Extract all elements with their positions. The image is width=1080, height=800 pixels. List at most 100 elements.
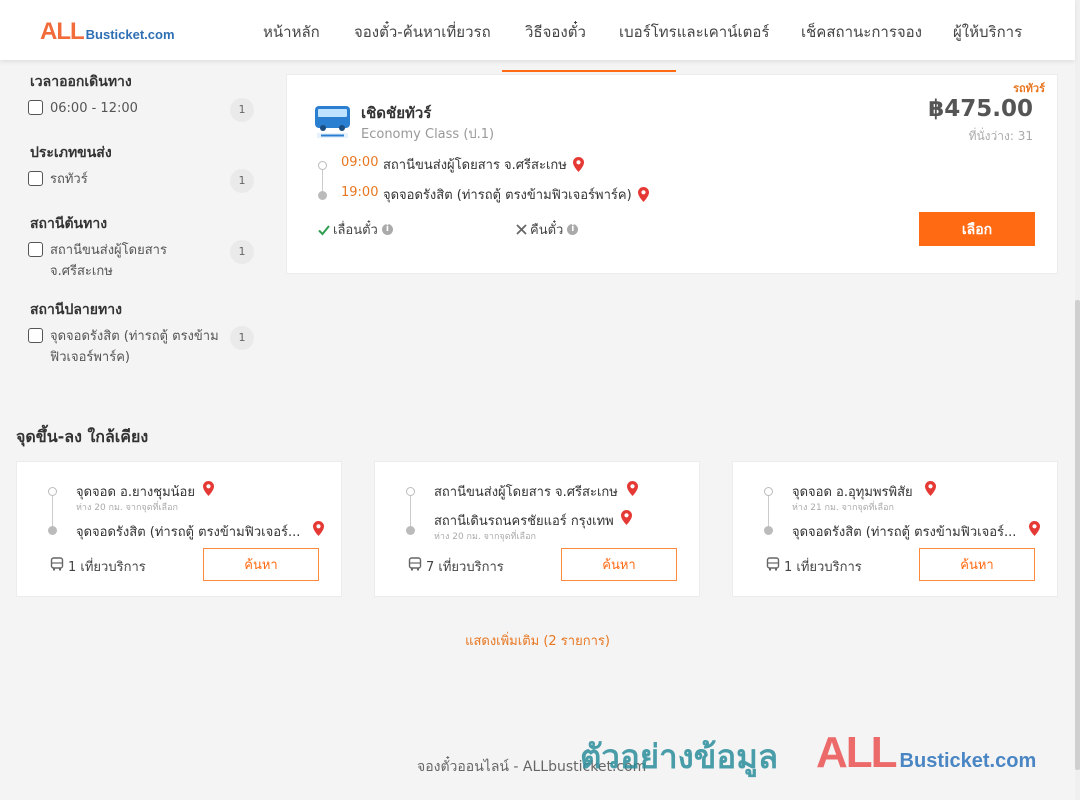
map-pin-icon[interactable] xyxy=(621,510,632,525)
nav-how-to-book[interactable]: วิธีจองตั๋ว xyxy=(525,20,586,44)
to-dot xyxy=(48,526,57,535)
to-stop: สถานีเดินรถนครชัยแอร์ กรุงเทพ xyxy=(434,514,614,529)
site-header: ALL Busticket.com หน้าหลัก จองตั๋ว-ค้นหา… xyxy=(0,0,1075,60)
check-icon xyxy=(318,224,330,235)
filter-option-origin[interactable]: สถานีขนส่งผู้โดยสาร จ.ศรีสะเกษ 1 xyxy=(28,240,254,282)
operator-logo xyxy=(315,106,350,138)
watermark-text: ตัวอย่างข้อมูล xyxy=(580,737,779,776)
watermark-logo-busticket: Busticket.com xyxy=(899,750,1037,772)
filter-count: 1 xyxy=(230,98,254,122)
map-pin-icon[interactable] xyxy=(572,157,584,172)
to-distance: ห่าง 20 กม. จากจุดที่เลือก xyxy=(434,532,536,542)
arrive-dot xyxy=(318,191,327,200)
nav-home[interactable]: หน้าหลัก xyxy=(263,20,320,44)
info-icon[interactable]: i xyxy=(381,224,393,235)
seats-available: ที่นั่งว่าง: 31 xyxy=(968,129,1033,143)
trip-count: 1 เที่ยวบริการ xyxy=(784,560,862,575)
bus-icon xyxy=(766,557,780,571)
filter-title-departure-time: เวลาออกเดินทาง xyxy=(30,74,132,90)
active-tab-indicator xyxy=(502,70,676,72)
arrive-stop-label: จุดจอดรังสิต (ท่ารถตู้ ตรงข้ามฟิวเจอร์พา… xyxy=(383,188,632,203)
show-more-link[interactable]: แสดงเพิ่มเติม (2 รายการ) xyxy=(0,630,1075,651)
filter-option-label: จุดจอดรังสิต (ท่ารถตู้ ตรงข้ามฟิวเจอร์พา… xyxy=(50,329,219,365)
filter-count: 1 xyxy=(230,169,254,193)
nearby-search-button[interactable]: ค้นหา xyxy=(561,548,677,581)
nearby-card: จุดจอด อ.ยางชุมน้อย ห่าง 20 กม. จากจุดที… xyxy=(16,461,342,597)
select-trip-button[interactable]: เลือก xyxy=(919,212,1035,246)
bus-icon xyxy=(50,557,64,571)
filter-option-transport-type[interactable]: รถทัวร์ 1 xyxy=(28,169,254,193)
to-dot xyxy=(764,526,773,535)
map-pin-icon[interactable] xyxy=(925,481,936,496)
to-stop: จุดจอดรังสิต (ท่ารถตู้ ตรงข้ามฟิวเจอร์..… xyxy=(76,525,301,540)
nearby-search-button[interactable]: ค้นหา xyxy=(919,548,1035,581)
from-dot xyxy=(764,487,773,496)
map-pin-icon[interactable] xyxy=(637,187,649,202)
arrive-time: 19:00 xyxy=(341,185,379,200)
from-stop: จุดจอด อ.อุทุมพรพิสัย xyxy=(792,485,913,500)
depart-time: 09:00 xyxy=(341,155,379,170)
nav-check-status[interactable]: เช็คสถานะการจอง xyxy=(801,20,922,44)
watermark-logo: ALL Busticket.com xyxy=(816,728,1036,778)
filter-count: 1 xyxy=(230,240,254,264)
scrollbar-thumb[interactable] xyxy=(1075,300,1080,770)
route-connector xyxy=(410,492,411,530)
from-stop: สถานีขนส่งผู้โดยสาร จ.ศรีสะเกษ xyxy=(434,485,618,500)
filter-title-origin: สถานีต้นทาง xyxy=(30,216,108,232)
nearby-section-title: จุดขึ้น-ลง ใกล้เคียง xyxy=(16,427,149,446)
filter-title-destination: สถานีปลายทาง xyxy=(30,302,122,318)
nav-phone-counter[interactable]: เบอร์โทรและเคาน์เตอร์ xyxy=(619,20,769,44)
bus-icon xyxy=(408,557,422,571)
from-stop: จุดจอด อ.ยางชุมน้อย xyxy=(76,485,195,500)
arrive-stop: จุดจอดรังสิต (ท่ารถตู้ ตรงข้ามฟิวเจอร์พา… xyxy=(383,184,649,205)
logo-all: ALL xyxy=(40,18,85,45)
depart-stop: สถานีขนส่งผู้โดยสาร จ.ศรีสะเกษ xyxy=(383,154,584,175)
to-stop: จุดจอดรังสิต (ท่ารถตู้ ตรงข้ามฟิวเจอร์..… xyxy=(792,525,1017,540)
from-distance: ห่าง 20 กม. จากจุดที่เลือก xyxy=(76,503,178,513)
filter-option-label: รถทัวร์ xyxy=(50,172,88,187)
map-pin-icon[interactable] xyxy=(627,481,638,496)
trip-card: รถทัวร์ เชิดชัยทัวร์ Economy Class (ป.1)… xyxy=(286,74,1058,274)
route-connector xyxy=(768,492,769,530)
depart-stop-label: สถานีขนส่งผู้โดยสาร จ.ศรีสะเกษ xyxy=(383,158,567,173)
filter-option-label: สถานีขนส่งผู้โดยสาร จ.ศรีสะเกษ xyxy=(50,243,167,279)
nearby-card: จุดจอด อ.อุทุมพรพิสัย ห่าง 21 กม. จากจุด… xyxy=(732,461,1058,597)
policy-refund: คืนตั๋ว i xyxy=(516,219,579,240)
filter-count: 1 xyxy=(230,326,254,350)
from-dot xyxy=(406,487,415,496)
watermark-logo-all: ALL xyxy=(816,728,898,777)
filter-option-departure-time[interactable]: 06:00 - 12:00 1 xyxy=(28,98,254,122)
map-pin-icon[interactable] xyxy=(313,521,324,536)
filter-option-destination[interactable]: จุดจอดรังสิต (ท่ารถตู้ ตรงข้ามฟิวเจอร์พา… xyxy=(28,326,254,368)
policy-refund-label: คืนตั๋ว xyxy=(530,223,564,238)
bus-class: Economy Class (ป.1) xyxy=(361,127,495,142)
nav-operators[interactable]: ผู้ให้บริการ xyxy=(953,20,1022,44)
checkbox[interactable] xyxy=(28,100,43,115)
trip-price: ฿475.00 xyxy=(928,96,1033,122)
checkbox[interactable] xyxy=(28,171,43,186)
policy-postpone: เลื่อนตั๋ว i xyxy=(318,219,393,240)
map-pin-icon[interactable] xyxy=(1029,521,1040,536)
vehicle-type-tag: รถทัวร์ xyxy=(1013,82,1045,95)
from-dot xyxy=(48,487,57,496)
site-logo[interactable]: ALL Busticket.com xyxy=(40,18,175,46)
depart-dot xyxy=(318,161,327,170)
filter-title-transport-type: ประเภทขนส่ง xyxy=(30,145,112,161)
from-distance: ห่าง 21 กม. จากจุดที่เลือก xyxy=(792,503,894,513)
route-connector xyxy=(52,492,53,530)
trip-count: 1 เที่ยวบริการ xyxy=(68,560,146,575)
trip-count: 7 เที่ยวบริการ xyxy=(426,560,504,575)
policy-postpone-label: เลื่อนตั๋ว xyxy=(333,223,378,238)
nearby-card: สถานีขนส่งผู้โดยสาร จ.ศรีสะเกษ สถานีเดิน… xyxy=(374,461,700,597)
checkbox[interactable] xyxy=(28,242,43,257)
map-pin-icon[interactable] xyxy=(203,481,214,496)
checkbox[interactable] xyxy=(28,328,43,343)
cross-icon xyxy=(516,224,527,235)
info-icon[interactable]: i xyxy=(567,224,579,235)
to-dot xyxy=(406,526,415,535)
filter-option-label: 06:00 - 12:00 xyxy=(50,101,138,116)
operator-name: เชิดชัยทัวร์ xyxy=(361,104,432,122)
nav-book-search[interactable]: จองตั๋ว-ค้นหาเที่ยวรถ xyxy=(354,20,491,44)
logo-busticket: Busticket.com xyxy=(85,27,175,42)
nearby-search-button[interactable]: ค้นหา xyxy=(203,548,319,581)
